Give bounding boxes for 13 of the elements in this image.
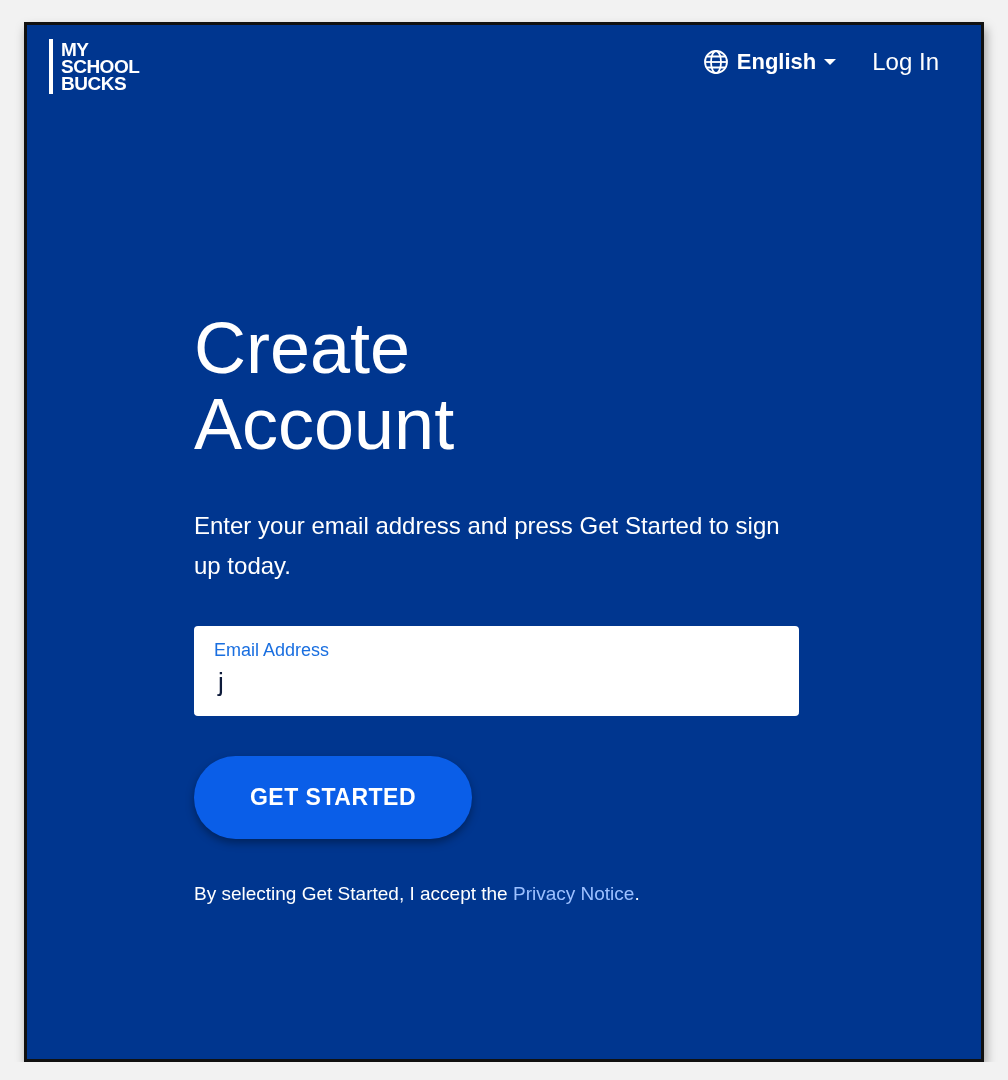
intro-text: Enter your email address and press Get Started to sign up today. bbox=[194, 511, 781, 581]
logo[interactable]: MY SCHOOL BUCKS bbox=[49, 39, 140, 94]
caret-icon bbox=[824, 58, 837, 65]
email-field[interactable]: Email Address j bbox=[194, 626, 799, 716]
get-started-button[interactable]: GET STARTED bbox=[194, 756, 472, 839]
privacy-statement: By selecting Get Started, I accept the Privacy Notice. bbox=[194, 883, 641, 905]
privacy-link[interactable]: Privacy Notice bbox=[512, 883, 635, 904]
globe-icon bbox=[702, 48, 729, 75]
language-selector[interactable]: English bbox=[702, 48, 837, 75]
page-title: Create Account bbox=[194, 310, 456, 462]
field-value: j bbox=[216, 666, 225, 698]
login-link[interactable]: Log In bbox=[872, 47, 939, 76]
field-label: Email Address bbox=[214, 640, 331, 661]
